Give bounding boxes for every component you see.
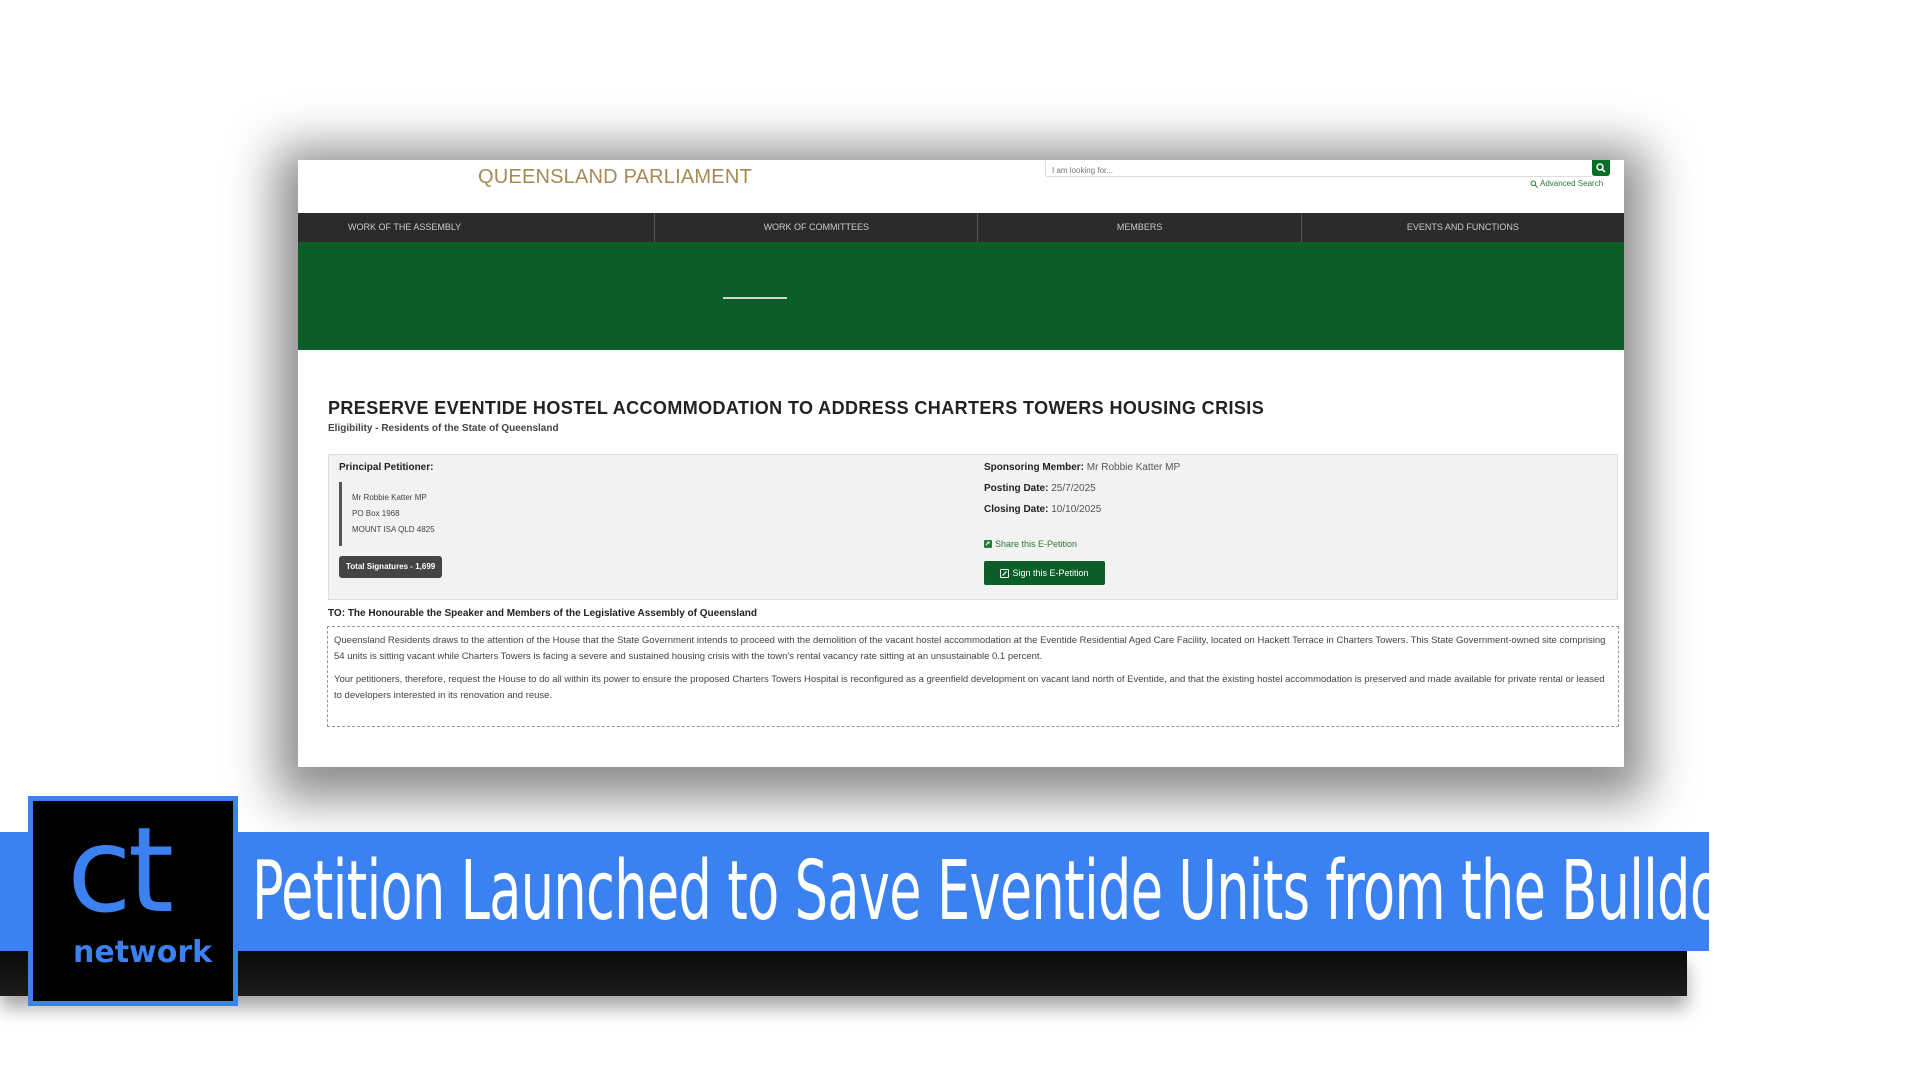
petition-title: PRESERVE EVENTIDE HOSTEL ACCOMMODATION T… [328, 398, 1265, 418]
advanced-search-label: Advanced Search [1540, 179, 1604, 188]
sponsoring-member-label: Sponsoring Member: [984, 462, 1085, 473]
petition-addressee: TO: The Honourable the Speaker and Membe… [328, 608, 757, 619]
headline-text: Petition Launched to Save Eventide Units… [252, 844, 1801, 939]
logo-ct-text: ct [67, 801, 174, 939]
ct-network-logo: ct network [28, 796, 238, 1006]
petition-paragraph: Your petitioners, therefore, request the… [334, 674, 1605, 701]
nav-item-events-and-functions[interactable]: EVENTS AND FUNCTIONS [1302, 213, 1624, 242]
sponsoring-member: Sponsoring Member: Mr Robbie Katter MP [984, 462, 1180, 473]
site-brand[interactable]: QUEENSLAND PARLIAMENT [478, 166, 752, 189]
principal-petitioner-label: Principal Petitioner: [339, 462, 434, 473]
petition-details-panel: Principal Petitioner: Mr Robbie Katter M… [328, 454, 1618, 600]
search-box[interactable] [1045, 160, 1593, 178]
posting-date: Posting Date: 25/7/2025 [984, 483, 1096, 494]
share-icon [984, 540, 992, 548]
posting-date-value: 25/7/2025 [1051, 483, 1096, 494]
nav-item-work-of-committees[interactable]: WORK OF COMMITTEES [655, 213, 979, 242]
hero-divider [723, 297, 787, 299]
hero-banner [298, 242, 1624, 350]
address-line: PO Box 1968 [352, 509, 400, 518]
sponsoring-member-value: Mr Robbie Katter MP [1086, 462, 1181, 473]
eligibility-text: Eligibility - Residents of the State of … [328, 423, 559, 434]
address-line: Mr Robbie Katter MP [352, 493, 427, 502]
closing-date-label: Closing Date: [984, 504, 1049, 515]
search-icon [1530, 180, 1538, 188]
petition-paragraph: Queensland Residents draws to the attent… [334, 635, 1606, 662]
main-nav: WORK OF THE ASSEMBLY WORK OF COMMITTEES … [298, 213, 1624, 242]
closing-date: Closing Date: 10/10/2025 [984, 504, 1101, 515]
advanced-search-link[interactable]: Advanced Search [1530, 179, 1603, 188]
closing-date-value: 10/10/2025 [1051, 504, 1102, 515]
address-line: MOUNT ISA QLD 4825 [352, 525, 435, 534]
banner-shadow-strip [0, 951, 1687, 996]
sign-epetition-label: Sign this E-Petition [1012, 568, 1089, 578]
edit-icon [1000, 568, 1010, 578]
share-epetition-label: Share this E-Petition [995, 539, 1078, 549]
sign-epetition-button[interactable]: Sign this E-Petition [984, 561, 1105, 585]
site-header: QUEENSLAND PARLIAMENT Advanced Search [298, 160, 1624, 213]
search-input[interactable] [1046, 163, 1578, 178]
petitioner-address: Mr Robbie Katter MP PO Box 1968 MOUNT IS… [339, 482, 435, 546]
nav-item-work-of-assembly[interactable]: WORK OF THE ASSEMBLY [298, 213, 656, 242]
screenshot-card: QUEENSLAND PARLIAMENT Advanced Search WO… [298, 160, 1624, 767]
nav-item-members[interactable]: MEMBERS [978, 213, 1302, 242]
petition-body: Queensland Residents draws to the attent… [327, 626, 1619, 727]
share-epetition-link[interactable]: Share this E-Petition [984, 539, 1077, 549]
search-button[interactable] [1592, 160, 1610, 176]
posting-date-label: Posting Date: [984, 483, 1049, 494]
logo-network-text: network [73, 935, 213, 970]
total-signatures-badge: Total Signatures - 1,699 [339, 556, 443, 578]
search-icon [1596, 163, 1606, 173]
